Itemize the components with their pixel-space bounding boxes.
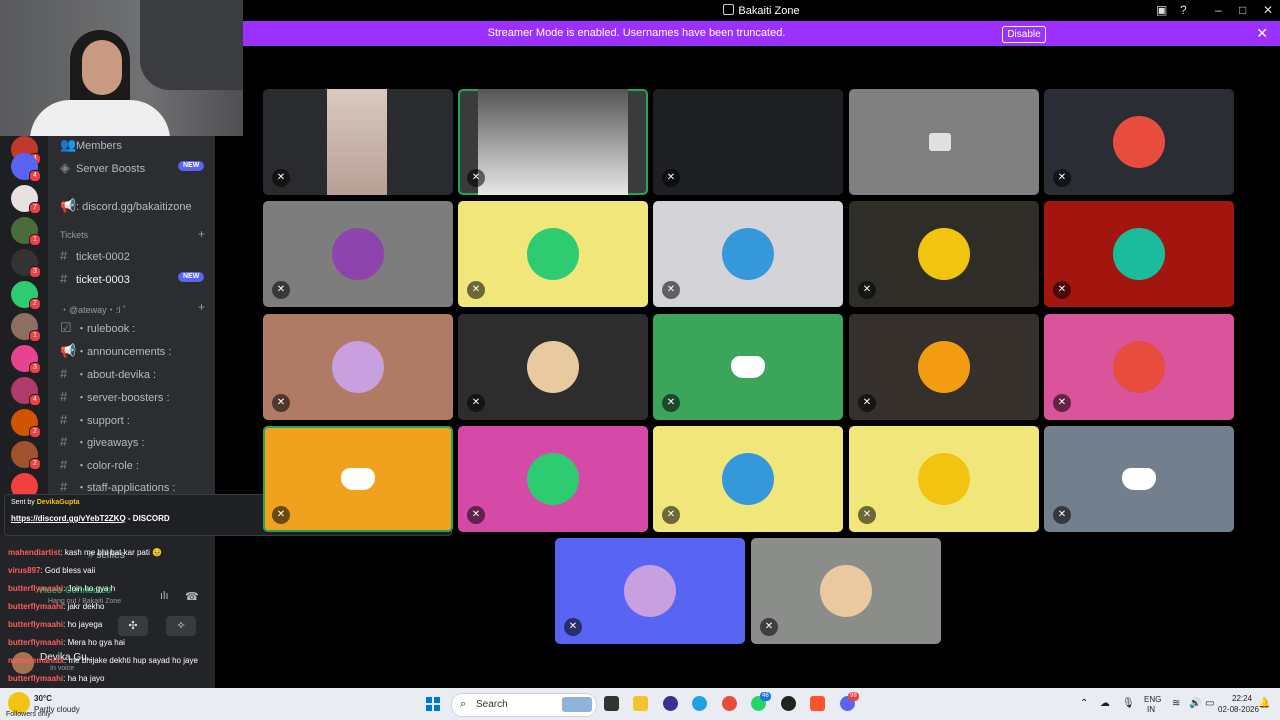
weather-temp: 30°C (34, 694, 52, 703)
taskbar-search[interactable]: ⌕ Search (451, 693, 597, 717)
muted-mic-icon: ✕ (272, 506, 290, 524)
participant-tile[interactable]: ✕ (849, 426, 1039, 532)
muted-mic-icon: ✕ (467, 281, 485, 299)
discord-logo-icon (731, 356, 765, 378)
participant-tile[interactable] (849, 89, 1039, 195)
participant-tile[interactable]: ✕ (458, 201, 648, 307)
avatar (332, 341, 384, 393)
avatar (527, 453, 579, 505)
avatar (722, 453, 774, 505)
participant-tile[interactable]: ✕ (653, 89, 843, 195)
file-explorer-icon[interactable] (633, 696, 648, 711)
participant-tile[interactable]: ✕ (849, 201, 1039, 307)
participant-tile[interactable]: ✕ (653, 314, 843, 420)
volume-icon[interactable]: 🔊 (1189, 698, 1201, 709)
avatar (332, 228, 384, 280)
discord-logo-icon (1122, 468, 1156, 490)
muted-mic-icon: ✕ (1053, 394, 1071, 412)
app-icon[interactable] (663, 696, 678, 711)
battery-icon[interactable]: ▭ (1205, 698, 1214, 709)
clock-time[interactable]: 22:24 (1232, 694, 1252, 703)
participant-tile[interactable]: ✕ (263, 89, 453, 195)
avatar (918, 228, 970, 280)
participant-tile[interactable]: ✕ (751, 538, 941, 644)
avatar (820, 565, 872, 617)
video-feed (327, 89, 387, 195)
muted-mic-icon: ✕ (467, 394, 485, 412)
windows-start-icon[interactable] (426, 697, 440, 711)
muted-mic-icon: ✕ (1053, 506, 1071, 524)
cloud-icon[interactable]: ☁ (1100, 698, 1110, 709)
taskbar: 30°C Partly cloudy ⌕ Search 46 99 ⌃ ☁ 🎙 … (0, 688, 1280, 720)
avatar (527, 341, 579, 393)
discord-badge: 99 (848, 692, 859, 701)
muted-mic-icon: ✕ (1053, 281, 1071, 299)
search-highlight-icon (562, 697, 592, 712)
chrome-icon[interactable] (722, 696, 737, 711)
muted-mic-icon: ✕ (760, 618, 778, 636)
participant-tile[interactable]: ✕ (849, 314, 1039, 420)
muted-mic-icon: ✕ (1053, 169, 1071, 187)
muted-mic-icon: ✕ (467, 506, 485, 524)
edge-icon[interactable] (692, 696, 707, 711)
avatar (624, 565, 676, 617)
muted-mic-icon: ✕ (564, 618, 582, 636)
app-icon[interactable] (781, 696, 796, 711)
brave-icon[interactable] (810, 696, 825, 711)
participant-tile[interactable]: ✕ (653, 201, 843, 307)
search-label: Search (476, 699, 508, 710)
participant-tile[interactable]: ✕ (1044, 426, 1234, 532)
participant-tile[interactable]: ✕ (263, 314, 453, 420)
followers-only-label: Followers only (6, 711, 51, 718)
participant-tile[interactable]: ✕ (1044, 201, 1234, 307)
avatar (527, 228, 579, 280)
microphone-icon[interactable]: 🎙 (1122, 698, 1135, 709)
muted-mic-icon: ✕ (662, 394, 680, 412)
discord-logo-icon (341, 468, 375, 490)
notification-icon[interactable]: 🔔 (1258, 698, 1270, 709)
avatar (1113, 228, 1165, 280)
search-icon: ⌕ (460, 698, 467, 710)
participant-tile[interactable]: ✕ (263, 201, 453, 307)
participant-tile[interactable]: ✕ (458, 314, 648, 420)
clock-date: 02-08-2026 (1218, 705, 1259, 714)
camera-off-icon (929, 133, 951, 151)
video-grid: ✕ ✕ ✕ ✕ ✕ ✕ ✕ ✕ ✕ ✕ ✕ ✕ ✕ ✕ ✕ ✕ ✕ ✕ ✕ ✕ ✕ (0, 0, 1280, 688)
whatsapp-badge: 46 (760, 692, 771, 701)
participant-tile[interactable]: ✕ (458, 426, 648, 532)
participant-tile[interactable]: ✕ (653, 426, 843, 532)
muted-mic-icon: ✕ (662, 169, 680, 187)
participant-tile[interactable]: ✕ (1044, 314, 1234, 420)
muted-mic-icon: ✕ (858, 394, 876, 412)
muted-mic-icon: ✕ (272, 281, 290, 299)
region-indicator: IN (1147, 705, 1155, 714)
avatar (1113, 116, 1165, 168)
participant-tile[interactable]: ✕ (555, 538, 745, 644)
avatar (918, 453, 970, 505)
participant-tile[interactable]: ✕ (1044, 89, 1234, 195)
avatar (722, 228, 774, 280)
task-view-icon[interactable] (604, 696, 619, 711)
participant-tile[interactable]: ✕ (263, 426, 453, 532)
language-indicator[interactable]: ENG (1144, 695, 1161, 704)
muted-mic-icon: ✕ (272, 169, 290, 187)
chevron-up-icon[interactable]: ⌃ (1080, 698, 1088, 709)
muted-mic-icon: ✕ (858, 281, 876, 299)
muted-mic-icon: ✕ (858, 506, 876, 524)
avatar (1113, 341, 1165, 393)
wifi-icon[interactable]: ≋ (1172, 698, 1180, 709)
avatar (918, 341, 970, 393)
video-feed (478, 89, 628, 195)
muted-mic-icon: ✕ (662, 506, 680, 524)
participant-tile[interactable]: ✕ (458, 89, 648, 195)
muted-mic-icon: ✕ (662, 281, 680, 299)
muted-mic-icon: ✕ (272, 394, 290, 412)
muted-mic-icon: ✕ (467, 169, 485, 187)
